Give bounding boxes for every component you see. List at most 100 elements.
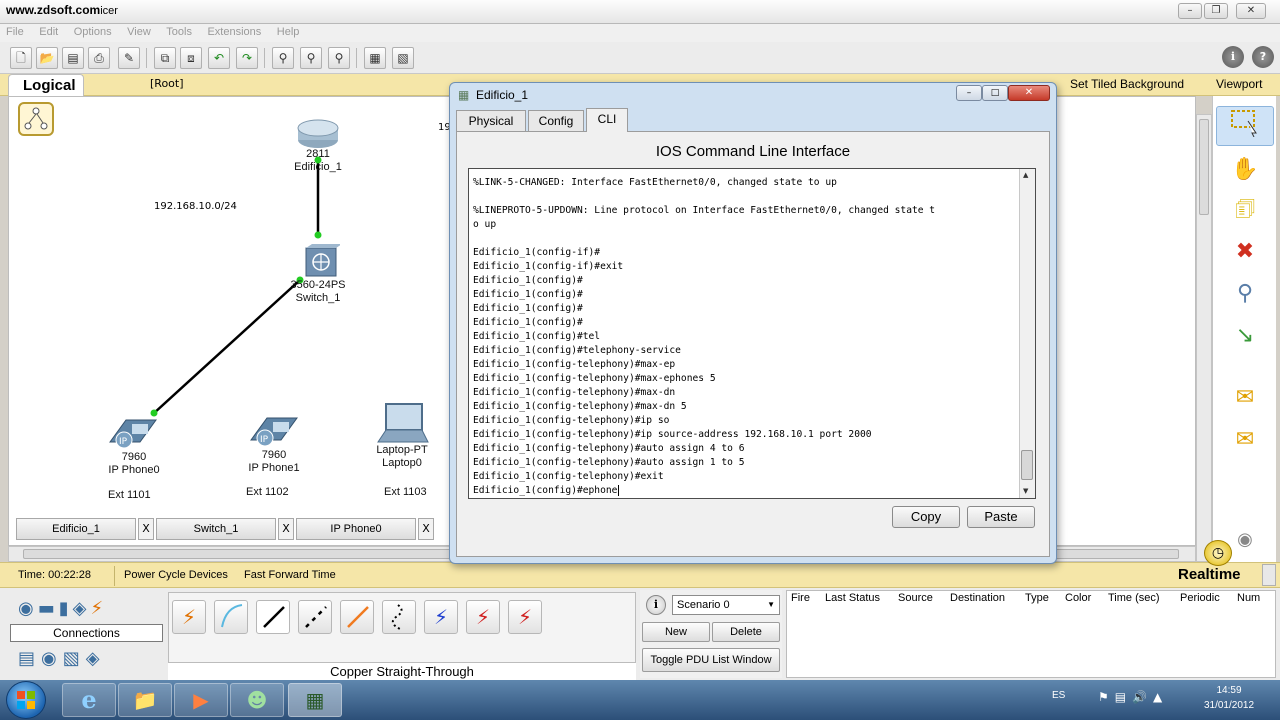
- inspect-magnifier-icon[interactable]: ⚲: [1216, 274, 1274, 314]
- pdu-column-header[interactable]: Source: [898, 592, 933, 604]
- viewport-button[interactable]: Viewport: [1216, 77, 1262, 91]
- tray-clock-date[interactable]: 31/01/2012: [1198, 700, 1260, 711]
- help-icon[interactable]: ?: [1252, 46, 1274, 68]
- pdu-column-header[interactable]: Type: [1025, 592, 1049, 604]
- device-tab-edificio[interactable]: Edificio_1: [16, 518, 136, 540]
- media-player-icon[interactable]: ▶: [174, 683, 228, 717]
- serial-dce-cable-icon[interactable]: ⚡: [424, 600, 458, 634]
- toggle-pdu-list-button[interactable]: Toggle PDU List Window: [642, 648, 780, 672]
- multilayer-switch-icon[interactable]: [304, 244, 342, 283]
- status-divider: [114, 566, 115, 586]
- resize-shape-icon[interactable]: ↘: [1216, 316, 1274, 356]
- tab-physical[interactable]: Physical: [456, 110, 526, 132]
- windows-start-icon[interactable]: [6, 681, 46, 719]
- file-explorer-icon[interactable]: 📁: [118, 683, 172, 717]
- pdu-column-header[interactable]: Color: [1065, 592, 1091, 604]
- automatic-cable-icon[interactable]: ⚡: [172, 600, 206, 634]
- fiber-cable-icon[interactable]: [340, 600, 374, 634]
- cli-output[interactable]: %LINK-5-CHANGED: Interface FastEthernet0…: [473, 176, 1013, 496]
- cli-scrollbar[interactable]: ▲ ▼: [1019, 169, 1035, 498]
- device-subcategory-icons[interactable]: ▤◉▧◈: [18, 648, 106, 669]
- serial-dte-cable-icon[interactable]: ⚡: [508, 600, 542, 634]
- tray-clock-time[interactable]: 14:59: [1204, 685, 1254, 696]
- scenario-info-icon[interactable]: i: [646, 595, 666, 615]
- dialog-minimize-icon[interactable]: –: [956, 85, 982, 101]
- cli-line: Edificio_1(config-telephony)#max-ep: [473, 359, 676, 370]
- fast-forward-time-button[interactable]: Fast Forward Time: [244, 569, 336, 581]
- place-note-icon[interactable]: 🗊: [1216, 190, 1274, 230]
- move-layout-hand-icon[interactable]: ✋: [1216, 150, 1274, 190]
- cli-line: Edificio_1(config-if)#: [473, 247, 601, 258]
- dialog-maximize-icon[interactable]: □: [982, 85, 1008, 101]
- phone-cable-icon[interactable]: [382, 600, 416, 634]
- cli-line: Edificio_1(config)#: [473, 275, 583, 286]
- realtime-mode-label[interactable]: Realtime: [1178, 566, 1241, 583]
- pdu-column-header[interactable]: Destination: [950, 592, 1005, 604]
- close-icon[interactable]: ✕: [1236, 3, 1266, 19]
- switch-model: 3560-24PS: [290, 279, 346, 291]
- ip-phone-icon[interactable]: IP: [249, 412, 299, 451]
- device-category-icons[interactable]: ◉▬▮◈⚡: [18, 598, 107, 619]
- ip-phone-icon[interactable]: IP: [108, 414, 158, 453]
- power-cycle-devices-button[interactable]: Power Cycle Devices: [124, 569, 228, 581]
- simulation-time: Time: 00:22:28: [18, 569, 91, 581]
- device-tab-switch[interactable]: Switch_1: [156, 518, 276, 540]
- add-complex-pdu-icon[interactable]: ✉: [1216, 420, 1274, 460]
- pdu-column-header[interactable]: Last Status: [825, 592, 880, 604]
- phone0-model: 7960: [121, 451, 147, 463]
- cli-heading: IOS Command Line Interface: [655, 143, 851, 160]
- laptop-icon[interactable]: [376, 402, 430, 449]
- close-tab-icon[interactable]: X: [278, 518, 294, 540]
- cli-line: Edificio_1(config-telephony)#ip source-a…: [473, 429, 872, 440]
- laptop-name: Laptop0: [382, 457, 422, 469]
- add-simple-pdu-icon[interactable]: ✉: [1216, 378, 1274, 418]
- pdu-column-header[interactable]: Periodic: [1180, 592, 1220, 604]
- close-tab-icon[interactable]: X: [138, 518, 154, 540]
- console-cable-icon[interactable]: [214, 600, 248, 634]
- pdu-column-header[interactable]: Num: [1237, 592, 1260, 604]
- cli-line: Edificio_1(config-telephony)#max-dn 5: [473, 401, 687, 412]
- minimize-icon[interactable]: –: [1178, 3, 1202, 19]
- tab-config[interactable]: Config: [528, 110, 584, 132]
- switch-name: Switch_1: [295, 292, 341, 304]
- connections-category-icon[interactable]: ⚡: [90, 598, 107, 619]
- device-tab-phone0[interactable]: IP Phone0: [296, 518, 416, 540]
- select-tool-icon[interactable]: [1216, 106, 1274, 146]
- workspace-vertical-scrollbar[interactable]: [1196, 114, 1212, 562]
- scroll-up-icon[interactable]: ▲: [1023, 171, 1028, 179]
- cli-line: [473, 190, 1013, 204]
- packet-tracer-task-icon[interactable]: ▦: [288, 683, 342, 717]
- set-tiled-background-button[interactable]: Set Tiled Background: [1070, 77, 1184, 91]
- scenario-select[interactable]: Scenario 0 ▼: [672, 595, 780, 615]
- realtime-clock-icon[interactable]: ◷: [1204, 540, 1232, 566]
- copper-cross-over-icon[interactable]: [298, 600, 332, 634]
- cli-line: Edificio_1(config-telephony)#max-ephones…: [473, 373, 716, 384]
- pdu-column-header[interactable]: Time (sec): [1108, 592, 1160, 604]
- users-app-icon[interactable]: ☻: [230, 683, 284, 717]
- delete-scenario-button[interactable]: Delete: [712, 622, 780, 642]
- phone0-name: IP Phone0: [108, 464, 160, 476]
- info-icon[interactable]: i: [1222, 46, 1244, 68]
- paste-button[interactable]: Paste: [967, 506, 1035, 528]
- internet-explorer-icon[interactable]: e: [62, 683, 116, 717]
- new-scenario-button[interactable]: New: [642, 622, 710, 642]
- cli-scroll-thumb[interactable]: [1021, 450, 1033, 480]
- tray-icons[interactable]: ⚑▤🔊▲: [1098, 690, 1168, 704]
- input-language[interactable]: ES: [1052, 690, 1065, 701]
- status-scrollbar[interactable]: [1262, 564, 1276, 586]
- cli-line: Edificio_1(config)#: [473, 289, 583, 300]
- copy-button[interactable]: Copy: [892, 506, 960, 528]
- delete-icon[interactable]: ✖: [1216, 232, 1274, 272]
- restore-icon[interactable]: ❐: [1204, 3, 1228, 19]
- scroll-down-icon[interactable]: ▼: [1023, 487, 1028, 495]
- serial-dce-clock-cable-icon[interactable]: ⚡: [466, 600, 500, 634]
- phone1-model: 7960: [261, 449, 287, 461]
- vertical-scroll-thumb[interactable]: [1199, 119, 1209, 215]
- router-model: 2811: [306, 148, 330, 160]
- pdu-column-header[interactable]: Fire: [791, 592, 810, 604]
- tab-cli[interactable]: CLI: [586, 108, 628, 132]
- dialog-close-icon[interactable]: ✕: [1008, 85, 1050, 101]
- close-tab-icon[interactable]: X: [418, 518, 434, 540]
- network-label: 192.168.10.0/24: [154, 201, 237, 212]
- copper-straight-through-icon[interactable]: [256, 600, 290, 634]
